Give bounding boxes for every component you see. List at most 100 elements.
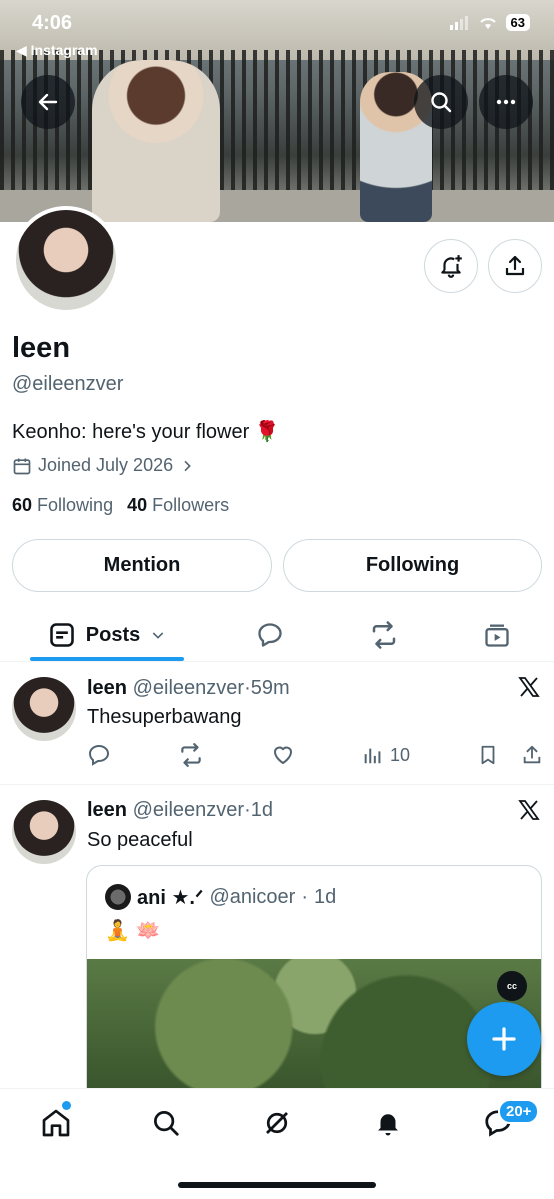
profile-tabs: Posts (0, 608, 554, 662)
following-label: Following (37, 495, 114, 515)
followers-count: 40 (127, 495, 148, 515)
quoted-author-handle: @anicoer (209, 885, 296, 908)
notifications-button[interactable] (424, 239, 478, 293)
profile-handle: @eileenzver (12, 373, 124, 395)
status-time: 4:06 (32, 12, 73, 34)
x-logo-icon (518, 677, 540, 697)
chevron-down-icon (153, 632, 164, 639)
plus-icon (492, 1027, 516, 1051)
reply-icon (88, 744, 110, 766)
views-count: 10 (389, 744, 410, 765)
joined-date[interactable]: Joined July 2026 (12, 455, 195, 476)
bell-plus-icon (441, 255, 462, 278)
back-button[interactable] (21, 75, 75, 129)
quoted-post-header: ani ★.ᐟ @anicoer · 1d (105, 884, 336, 910)
back-to-app-link[interactable]: ◀ Instagram (16, 42, 98, 59)
joined-label: Joined July 2026 (38, 455, 174, 475)
bookmark-icon[interactable] (477, 743, 499, 767)
follow-counts: 60 Following 40 Followers (12, 495, 229, 516)
share-button[interactable] (488, 239, 542, 293)
banner-person-left (92, 60, 220, 222)
quoted-author-name: ani ★.ᐟ (137, 886, 204, 909)
status-bar: 4:06 ◀ Instagram 63 (0, 10, 554, 58)
quoted-dot: · (301, 885, 309, 908)
more-options-button[interactable] (479, 75, 533, 129)
post-actions: 10 (87, 742, 543, 768)
active-tab-indicator (30, 657, 184, 661)
nav-notifications[interactable] (368, 1103, 408, 1143)
profile-name: leen (12, 332, 71, 364)
nav-grok[interactable] (257, 1103, 297, 1143)
x-logo-icon (518, 800, 540, 820)
post-author-name[interactable]: leen (87, 799, 127, 821)
post-text: Thesuperbawang (87, 706, 242, 728)
profile-bio: Keonho: here's your flower 🌹 (12, 421, 280, 443)
wifi-icon (479, 17, 496, 29)
search-icon (154, 1111, 179, 1136)
home-indicator (178, 1182, 376, 1188)
following-button[interactable]: Following (283, 539, 542, 592)
following-count: 60 (12, 495, 33, 515)
reply-icon (258, 623, 282, 647)
post-author-handle: @eileenzver (132, 677, 245, 699)
quoted-post[interactable]: ani ★.ᐟ @anicoer · 1d 🧘 🪷 (86, 865, 542, 1125)
analytics-icon (364, 748, 381, 764)
compose-button[interactable] (467, 1002, 541, 1076)
tab-posts[interactable]: Posts (30, 608, 184, 662)
post-dot: · (244, 677, 251, 699)
like-button[interactable] (271, 743, 295, 767)
signal-icon (449, 15, 468, 30)
followers-link[interactable]: 40 Followers (127, 495, 229, 516)
battery-indicator: 63 (505, 14, 530, 31)
search-icon (431, 92, 452, 113)
quoted-time: 1d (314, 885, 337, 908)
nav-search[interactable] (146, 1103, 186, 1143)
views-button[interactable]: 10 (362, 744, 410, 766)
post-dot: · (244, 799, 251, 821)
search-button[interactable] (414, 75, 468, 129)
tab-posts-label: Posts (85, 623, 141, 646)
video-icon (485, 624, 509, 647)
post-extra-actions (477, 743, 543, 767)
more-icon (496, 99, 516, 105)
repost-button[interactable] (178, 742, 204, 768)
quoted-avatar (105, 884, 131, 910)
post-header: leen @eileenzver·59m (87, 677, 290, 700)
post-time: 59m (250, 677, 290, 699)
heart-icon (273, 746, 292, 764)
reply-button[interactable] (87, 743, 111, 767)
messages-badge: 20+ (498, 1099, 540, 1124)
tab-media[interactable] (467, 608, 527, 662)
quoted-text: 🧘 🪷 (105, 920, 161, 942)
arrow-left-icon (38, 93, 58, 111)
repost-icon (181, 743, 201, 767)
post-time: 1d (250, 799, 273, 821)
share-icon (505, 255, 525, 276)
post-avatar[interactable] (12, 800, 76, 864)
tab-replies[interactable] (240, 608, 300, 662)
post-text: So peaceful (87, 829, 193, 851)
status-icons: 63 (449, 14, 530, 31)
tab-reposts[interactable] (354, 608, 414, 662)
post-author-name[interactable]: leen (87, 677, 127, 699)
following-link[interactable]: 60 Following (12, 495, 113, 516)
post-avatar[interactable] (12, 677, 76, 741)
post-header: leen @eileenzver·1d (87, 799, 273, 822)
home-unread-dot (62, 1101, 71, 1110)
bell-icon (378, 1114, 398, 1136)
followers-label: Followers (152, 495, 230, 515)
grok-icon (266, 1112, 288, 1134)
post-item[interactable]: leen @eileenzver·59m Thesuperbawang 10 (0, 662, 554, 784)
post-author-handle: @eileenzver (132, 799, 245, 821)
nav-home[interactable] (36, 1103, 76, 1143)
banner-fence (0, 50, 554, 200)
calendar-icon (13, 458, 31, 474)
repost-icon (372, 621, 396, 649)
captions-button[interactable]: cc (497, 971, 527, 1001)
posts-icon (49, 623, 74, 647)
profile-avatar[interactable] (12, 206, 120, 314)
mention-button[interactable]: Mention (12, 539, 272, 592)
home-icon (42, 1109, 70, 1137)
chevron-right-icon (184, 460, 191, 471)
share-icon[interactable] (521, 743, 543, 767)
